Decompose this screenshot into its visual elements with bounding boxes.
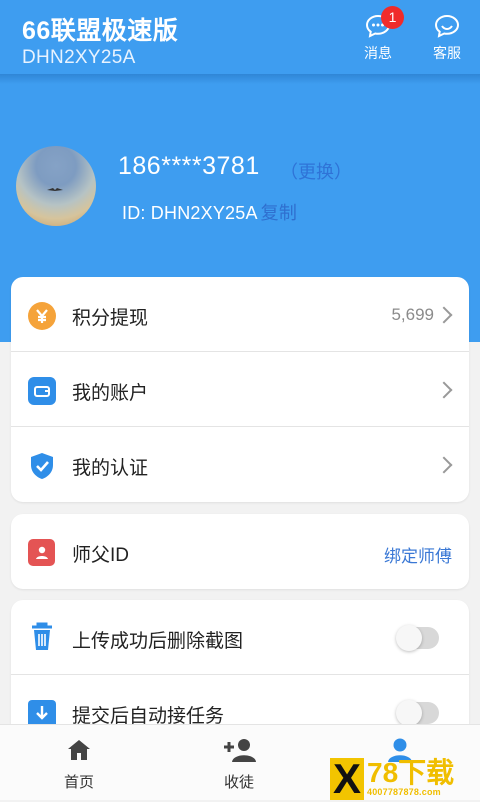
auto-accept-setting: 提交后自动接任务 — [11, 675, 469, 724]
master-card: 师父ID 绑定师傅 — [11, 514, 469, 589]
verification-label: 我的认证 — [72, 458, 149, 479]
app-subtitle: DHN2XY25A — [22, 47, 136, 68]
shield-check-icon — [28, 452, 56, 480]
avatar[interactable] — [16, 146, 96, 226]
yuan-icon — [28, 302, 56, 330]
account-menu-card: 积分提现 5,699 我的账户 我的认证 — [11, 277, 469, 502]
nav-apprentice[interactable]: 收徒 — [204, 737, 274, 792]
points-withdraw-label: 积分提现 — [72, 308, 149, 329]
chevron-right-icon — [435, 456, 453, 474]
bird-silhouette-icon — [47, 188, 63, 191]
trash-icon — [28, 622, 56, 651]
message-count-badge: 1 — [381, 6, 404, 29]
points-withdraw-row[interactable]: 积分提现 5,699 — [11, 277, 469, 352]
bind-master-link[interactable]: 绑定师傅 — [384, 542, 452, 567]
watermark-logo: X 78下载 4007787878.com — [330, 758, 480, 800]
auto-accept-label: 提交后自动接任务 — [72, 706, 225, 724]
watermark-mark: X — [330, 758, 364, 800]
toggle-knob — [396, 700, 422, 724]
delete-screenshot-setting: 上传成功后删除截图 — [11, 600, 469, 675]
customer-service-button[interactable]: 客服 — [423, 14, 471, 64]
nav-home-label: 首页 — [63, 774, 94, 791]
watermark-url: 4007787878.com — [367, 787, 441, 797]
settings-card: 上传成功后删除截图 提交后自动接任务 — [11, 600, 469, 724]
user-id-line: ID: DHN2XY25A 复制 — [122, 199, 297, 225]
verification-row[interactable]: 我的认证 — [11, 427, 469, 502]
chevron-right-icon — [435, 306, 453, 324]
customer-service-icon — [434, 14, 460, 38]
app-title: 66联盟极速版 — [22, 17, 179, 45]
header-divider — [0, 74, 480, 84]
my-account-row[interactable]: 我的账户 — [11, 352, 469, 427]
toggle-knob — [396, 625, 422, 651]
watermark-title: 78下载 — [367, 757, 455, 788]
master-id-row[interactable]: 师父ID 绑定师傅 — [11, 514, 469, 589]
home-icon — [68, 740, 90, 760]
master-id-label: 师父ID — [72, 545, 130, 566]
wallet-icon — [28, 377, 56, 405]
auto-accept-toggle[interactable] — [396, 700, 439, 724]
messages-button[interactable]: 消息 1 — [354, 6, 404, 64]
copy-id-link[interactable]: 复制 — [261, 203, 297, 223]
nav-home[interactable]: 首页 — [44, 737, 114, 792]
download-card-icon — [28, 700, 56, 724]
my-account-label: 我的账户 — [72, 383, 149, 404]
points-balance: 5,699 — [391, 305, 434, 324]
user-id-text: ID: DHN2XY25A — [122, 203, 258, 223]
add-person-icon — [224, 739, 256, 762]
delete-screenshot-toggle[interactable] — [396, 625, 439, 651]
contact-card-icon — [28, 539, 55, 566]
phone-number: 186****3781 — [118, 152, 260, 180]
delete-screenshot-label: 上传成功后删除截图 — [72, 631, 244, 652]
change-phone-link[interactable]: （更换） — [280, 158, 352, 184]
messages-label: 消息 — [364, 45, 392, 61]
chevron-right-icon — [435, 381, 453, 399]
nav-apprentice-label: 收徒 — [223, 774, 254, 791]
customer-service-label: 客服 — [433, 45, 461, 61]
